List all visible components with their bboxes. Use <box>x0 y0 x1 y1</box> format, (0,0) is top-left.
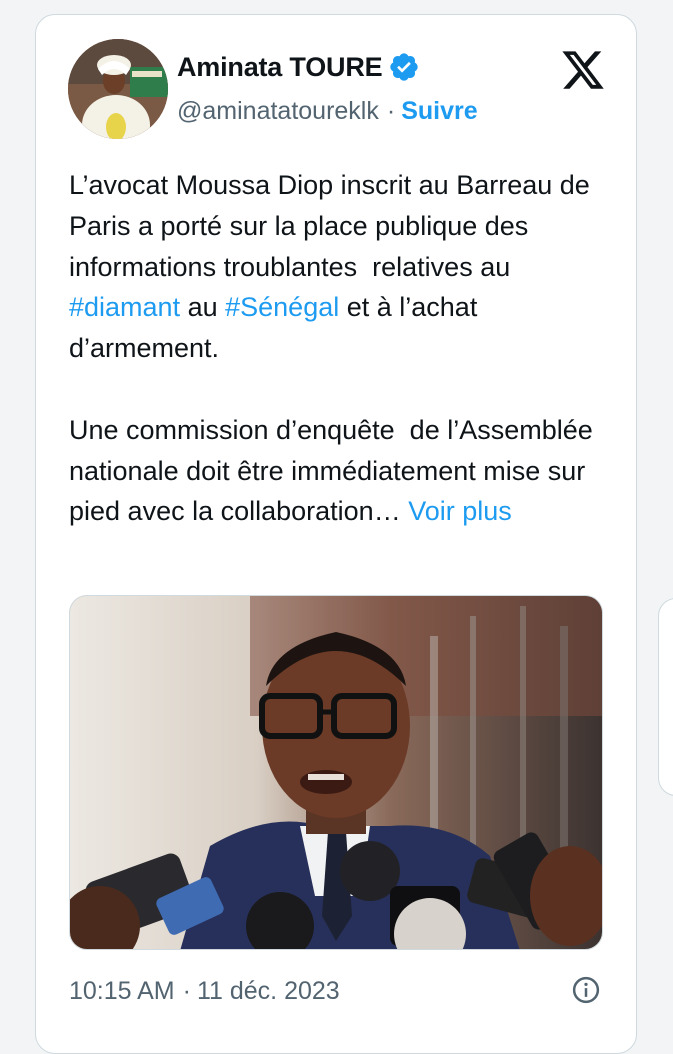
tweet-text-part: au <box>180 292 226 323</box>
tweet-header: Aminata TOURE @aminatatoureklk · Suivre <box>68 39 608 139</box>
tweet-footer: 10:15 AM · 11 déc. 2023 <box>69 973 603 1009</box>
separator: · <box>182 976 191 1005</box>
tweet-time[interactable]: 10:15 AM <box>69 977 175 1006</box>
name-row: Aminata TOURE <box>177 51 420 83</box>
x-logo-icon[interactable] <box>560 47 606 93</box>
tweet-photo[interactable] <box>69 595 603 950</box>
info-icon[interactable] <box>571 975 601 1005</box>
hashtag-link[interactable]: #diamant <box>69 292 180 322</box>
avatar[interactable] <box>68 39 168 139</box>
next-card-edge[interactable] <box>658 598 673 796</box>
handle[interactable]: @aminatatoureklk <box>177 97 379 126</box>
tweet-date[interactable]: 11 déc. 2023 <box>197 977 340 1006</box>
tweet-text-part: Une commission d’enquête de l’Assemblée … <box>69 414 601 527</box>
follow-button[interactable]: Suivre <box>401 97 477 126</box>
handle-row: @aminatatoureklk · Suivre <box>177 97 478 126</box>
tweet-text: L’avocat Moussa Diop inscrit au Barreau … <box>69 165 609 532</box>
tweet-card[interactable]: Aminata TOURE @aminatatoureklk · Suivre … <box>35 14 637 1054</box>
hashtag-link[interactable]: #Sénégal <box>225 292 339 322</box>
verified-badge-icon <box>388 51 420 83</box>
display-name[interactable]: Aminata TOURE <box>177 52 383 83</box>
separator: · <box>386 97 396 125</box>
tweet-text-part: L’avocat Moussa Diop inscrit au Barreau … <box>69 170 598 282</box>
show-more-link[interactable]: Voir plus <box>408 496 512 526</box>
